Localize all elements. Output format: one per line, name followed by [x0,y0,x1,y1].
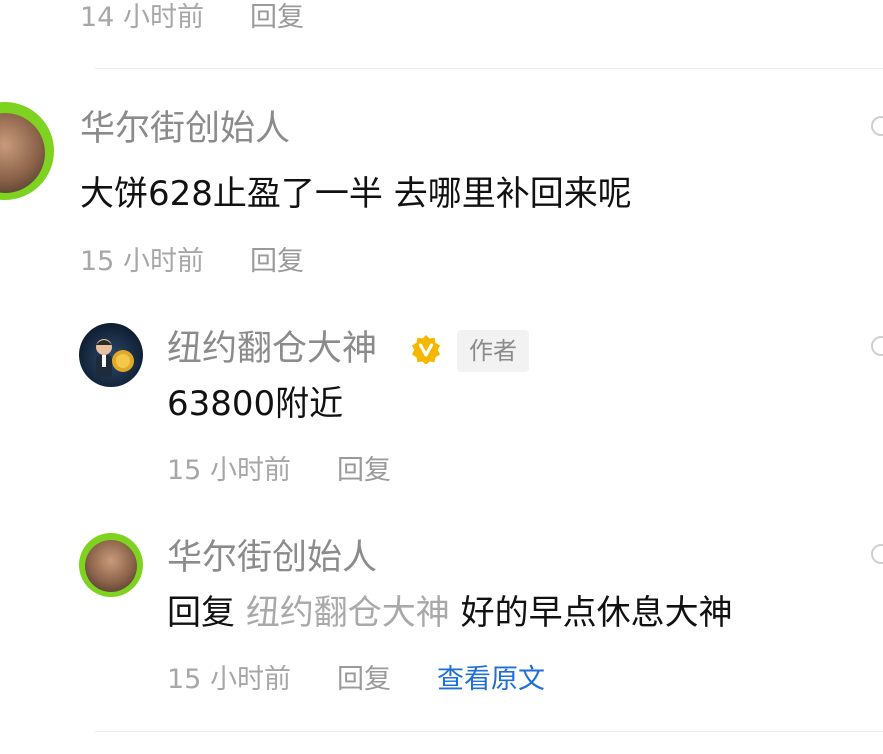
reply-button[interactable]: 回复 [250,248,304,275]
divider [95,68,883,69]
comment-meta-row: 15 小时前 回复 [80,248,304,275]
reply-body: 好的早点休息大神 [460,593,733,633]
comment-meta-row: 15 小时前 回复 [167,457,391,484]
username[interactable]: 华尔街创始人 [167,541,377,576]
avatar[interactable] [79,323,143,387]
comment-meta-row: 15 小时前 回复 查看原文 [167,666,545,693]
username[interactable]: 华尔街创始人 [80,112,290,147]
avatar[interactable] [0,102,54,200]
view-original-link[interactable]: 查看原文 [437,666,545,693]
more-dot-icon[interactable] [871,116,883,136]
divider [95,731,883,732]
comment-meta-row: 14 小时前 回复 [80,4,304,31]
more-dot-icon[interactable] [871,544,883,564]
avatar-photo [85,540,137,593]
mention-link[interactable]: 纽约翻仓大神 [246,593,450,633]
comment-thread: 14 小时前 回复 华尔街创始人 大饼628止盈了一半 去哪里补回来呢 15 小… [0,0,883,754]
avatar-photo [0,112,45,193]
comment-time: 15 小时前 [167,664,291,695]
comment-text: 63800附近 [167,384,344,424]
avatar-illustration [96,339,134,377]
verified-badge-icon [412,335,440,364]
comment-text: 回复 纽约翻仓大神 好的早点休息大神 [167,596,733,630]
avatar[interactable] [79,533,143,597]
reply-button[interactable]: 回复 [250,4,304,31]
more-dot-icon[interactable] [871,336,883,356]
reply-prefix: 回复 [167,593,235,633]
reply-button[interactable]: 回复 [337,666,391,693]
comment-time: 15 小时前 [167,455,291,486]
author-tag: 作者 [457,330,529,372]
username[interactable]: 纽约翻仓大神 [167,332,377,367]
comment-time: 15 小时前 [80,246,204,277]
comment-time: 14 小时前 [80,2,204,33]
reply-button[interactable]: 回复 [337,457,391,484]
comment-text: 大饼628止盈了一半 去哪里补回来呢 [80,174,632,214]
